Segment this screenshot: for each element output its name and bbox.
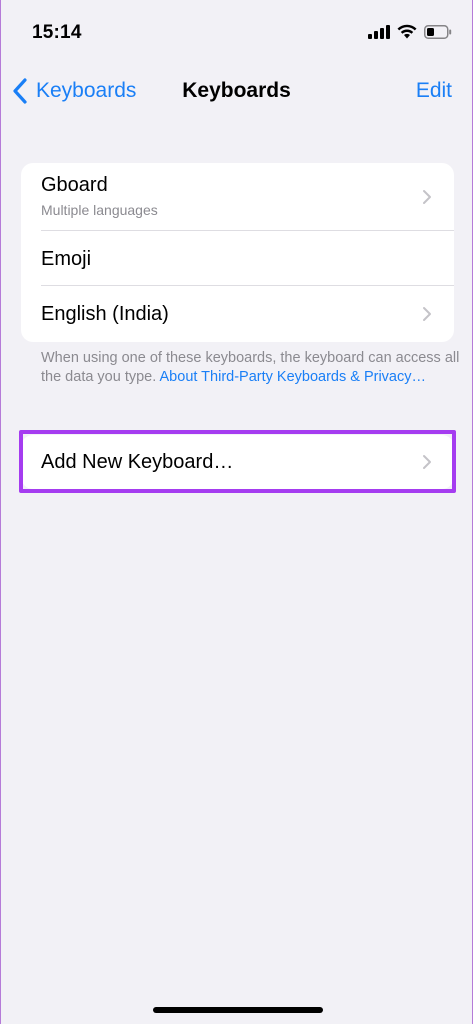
add-new-keyboard-button[interactable]: Add New Keyboard… <box>21 435 454 489</box>
status-bar: 15:14 <box>1 0 472 60</box>
chevron-right-icon <box>423 190 431 204</box>
cellular-signal-icon <box>368 24 390 39</box>
home-indicator[interactable] <box>153 1007 323 1013</box>
keyboard-row-gboard[interactable]: Gboard Multiple languages <box>21 163 454 231</box>
chevron-right-icon <box>423 307 431 321</box>
wifi-icon <box>397 24 417 39</box>
keyboard-name: English (India) <box>41 303 169 325</box>
battery-icon <box>424 24 452 39</box>
add-keyboard-label: Add New Keyboard… <box>41 451 234 473</box>
keyboard-subtitle: Multiple languages <box>41 202 158 218</box>
keyboards-screen: 15:14 Keyboards Keyboards Edit Gboard Mu… <box>0 0 473 1024</box>
privacy-footnote: When using one of these keyboards, the k… <box>41 349 466 387</box>
status-icons <box>368 24 452 39</box>
keyboard-row-emoji[interactable]: Emoji <box>21 231 454 286</box>
keyboard-name: Gboard <box>41 174 108 196</box>
chevron-right-icon <box>423 455 431 469</box>
page-title: Keyboards <box>182 79 291 102</box>
add-keyboard-group: Add New Keyboard… <box>21 435 454 489</box>
status-time: 15:14 <box>32 22 82 43</box>
keyboard-name: Emoji <box>41 248 92 270</box>
keyboards-list: Gboard Multiple languages Emoji English … <box>21 163 454 342</box>
keyboard-row-english-india[interactable]: English (India) <box>21 286 454 342</box>
privacy-link[interactable]: About Third-Party Keyboards & Privacy… <box>160 369 426 385</box>
edit-button[interactable]: Edit <box>416 79 452 103</box>
navigation-bar: Keyboards Keyboards Edit <box>1 70 472 114</box>
